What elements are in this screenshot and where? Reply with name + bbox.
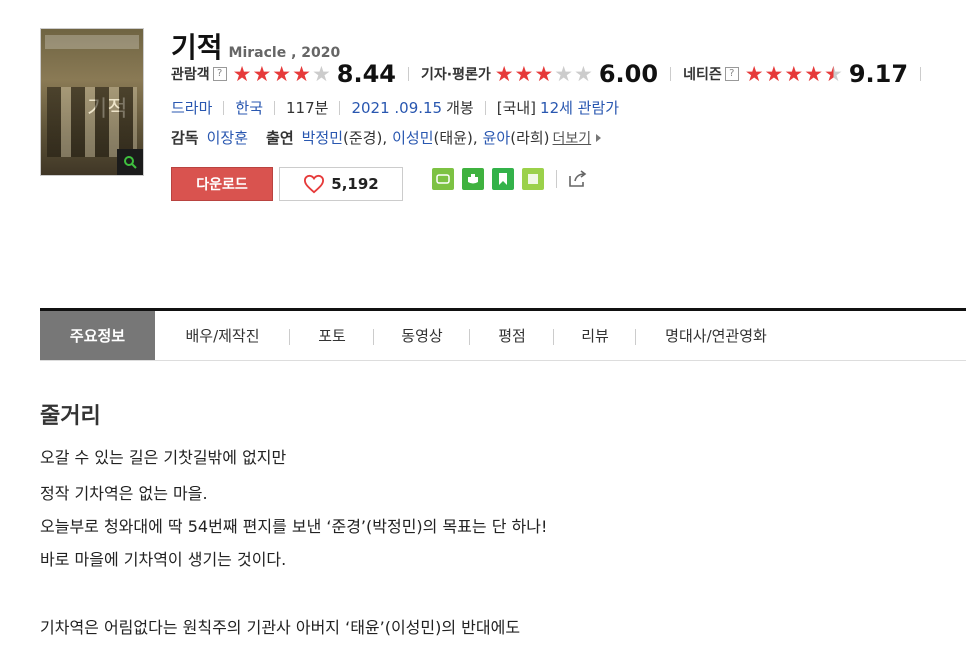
critic-stars: ★ ★ ★ ★ ★ (494, 61, 593, 86)
cast-role: (태윤) (433, 129, 473, 147)
genre-link[interactable]: 드라마 (171, 97, 212, 118)
star-icon: ★ (534, 61, 554, 86)
cast-separator: , (382, 128, 388, 147)
like-button[interactable]: 5,192 (279, 167, 403, 201)
star-icon: ★ (554, 61, 574, 86)
cast-link[interactable]: 윤아 (483, 127, 511, 148)
critic-rating-label: 기자·평론가 (421, 67, 491, 83)
movie-info-row: 드라마 한국 117분 2021 .09.15 개봉 [국내] 12세 관람가 (171, 97, 619, 118)
movie-title-en: Miracle , 2020 (228, 45, 341, 61)
help-icon[interactable]: ? (212, 67, 227, 81)
star-icon: ★ (764, 61, 784, 86)
tab-label: 포토 (318, 327, 346, 345)
zoom-icon[interactable] (117, 149, 143, 175)
synopsis-line: 바로 마을에 기차역이 생기는 것이다. (40, 550, 287, 569)
naver-blog-icon[interactable] (462, 168, 484, 190)
help-icon[interactable]: ? (724, 67, 739, 81)
cast-role: (준경) (343, 129, 383, 147)
netizen-score: 9.17 (848, 60, 909, 88)
divider (274, 100, 276, 115)
audience-stars: ★ ★ ★ ★ ★ (232, 61, 331, 86)
tab-cast-crew[interactable]: 배우/제작진 (155, 311, 290, 360)
share-icon[interactable] (567, 169, 589, 189)
release-date-link[interactable]: 2021 .09.15 (351, 99, 442, 117)
rating-prefix: [국내] (496, 99, 537, 117)
synopsis-line: 오늘부로 청와대에 딱 54번째 편지를 보낸 ‘준경’(박정민)의 목표는 단… (40, 517, 548, 536)
tab-videos[interactable]: 동영상 (374, 311, 470, 360)
tab-main-info[interactable]: 주요정보 (40, 311, 155, 360)
tab-bar: 주요정보 배우/제작진 포토 동영상 평점 리뷰 명대사/연관영화 (40, 308, 966, 361)
star-icon: ★ (744, 61, 764, 86)
divider (670, 67, 672, 81)
star-icon: ★ (494, 61, 514, 86)
country-link[interactable]: 한국 (235, 97, 263, 118)
tab-label: 평점 (498, 327, 526, 345)
cast-separator: , (472, 128, 478, 147)
age-rating-link[interactable]: 12세 관람가 (540, 97, 619, 118)
tab-label: 배우/제작진 (185, 327, 260, 345)
star-icon: ★ (292, 61, 311, 86)
divider (223, 100, 225, 115)
tab-photos[interactable]: 포토 (290, 311, 374, 360)
tab-label: 동영상 (401, 327, 443, 345)
cast-label: 출연 (266, 129, 294, 147)
synopsis-line: 정작 기차역은 없는 마을. (40, 484, 208, 503)
chevron-right-icon (596, 133, 602, 142)
credits-row: 감독 이장훈 출연 박정민 (준경) , 이성민 (태윤) , 윤아 (라희) … (171, 127, 602, 148)
poster-tagline-strip (45, 35, 139, 49)
more-credits-link[interactable]: 더보기 (553, 128, 592, 148)
star-icon: ★ (804, 61, 824, 86)
cast-link[interactable]: 박정민 (302, 127, 343, 148)
poster-figures (47, 87, 137, 157)
band-icon[interactable] (432, 168, 454, 190)
download-button[interactable]: 다운로드 (171, 167, 273, 201)
heart-icon (304, 174, 325, 194)
synopsis-line: 기차역은 어림없다는 원칙주의 기관사 아버지 ‘태윤’(이성민)의 반대에도 (40, 618, 521, 637)
divider (556, 170, 557, 188)
divider (920, 67, 922, 81)
like-count: 5,192 (331, 175, 379, 193)
director-link[interactable]: 이장훈 (207, 127, 248, 148)
divider (339, 100, 341, 115)
bookmark-icon[interactable] (492, 168, 514, 190)
audience-rating-label: 관람객 (171, 67, 210, 83)
critic-score: 6.00 (598, 60, 659, 88)
star-icon: ★ (311, 61, 331, 86)
divider (484, 100, 486, 115)
cast-link[interactable]: 이성민 (392, 127, 433, 148)
divider (408, 67, 409, 81)
synopsis-line: 오갈 수 있는 길은 기찻길밖에 없지만 (40, 448, 287, 467)
netizen-rating-label: 네티즌 (683, 67, 722, 83)
release-suffix: 개봉 (446, 99, 474, 117)
audience-score: 8.44 (336, 60, 396, 88)
star-icon: ★ (232, 61, 252, 86)
synopsis-heading: 줄거리 (40, 404, 101, 429)
runtime: 117분 (286, 99, 329, 117)
share-icons (432, 168, 589, 190)
star-icon: ★ (784, 61, 804, 86)
tab-label: 리뷰 (581, 327, 609, 345)
star-icon: ★ (252, 61, 272, 86)
cast-role: (라희) (510, 129, 550, 147)
tab-quotes-related[interactable]: 명대사/연관영화 (636, 311, 796, 360)
tab-label: 명대사/연관영화 (665, 327, 767, 345)
star-icon: ★ (574, 61, 593, 86)
star-icon: ★ (514, 61, 534, 86)
memo-icon[interactable] (522, 168, 544, 190)
rating-row: 관람객 ? ★ ★ ★ ★ ★ 8.44 기자·평론가 ★ ★ ★ ★ ★ 6.00 네티즌 ?… (171, 60, 933, 88)
tab-ratings[interactable]: 평점 (470, 311, 554, 360)
star-icon: ★ (272, 61, 292, 86)
movie-poster[interactable]: 기적 (40, 28, 144, 176)
netizen-stars: ★ ★ ★ ★ ★ (744, 61, 843, 86)
star-icon: ★ (824, 61, 843, 86)
director-label: 감독 (171, 129, 199, 147)
tab-reviews[interactable]: 리뷰 (554, 311, 636, 360)
